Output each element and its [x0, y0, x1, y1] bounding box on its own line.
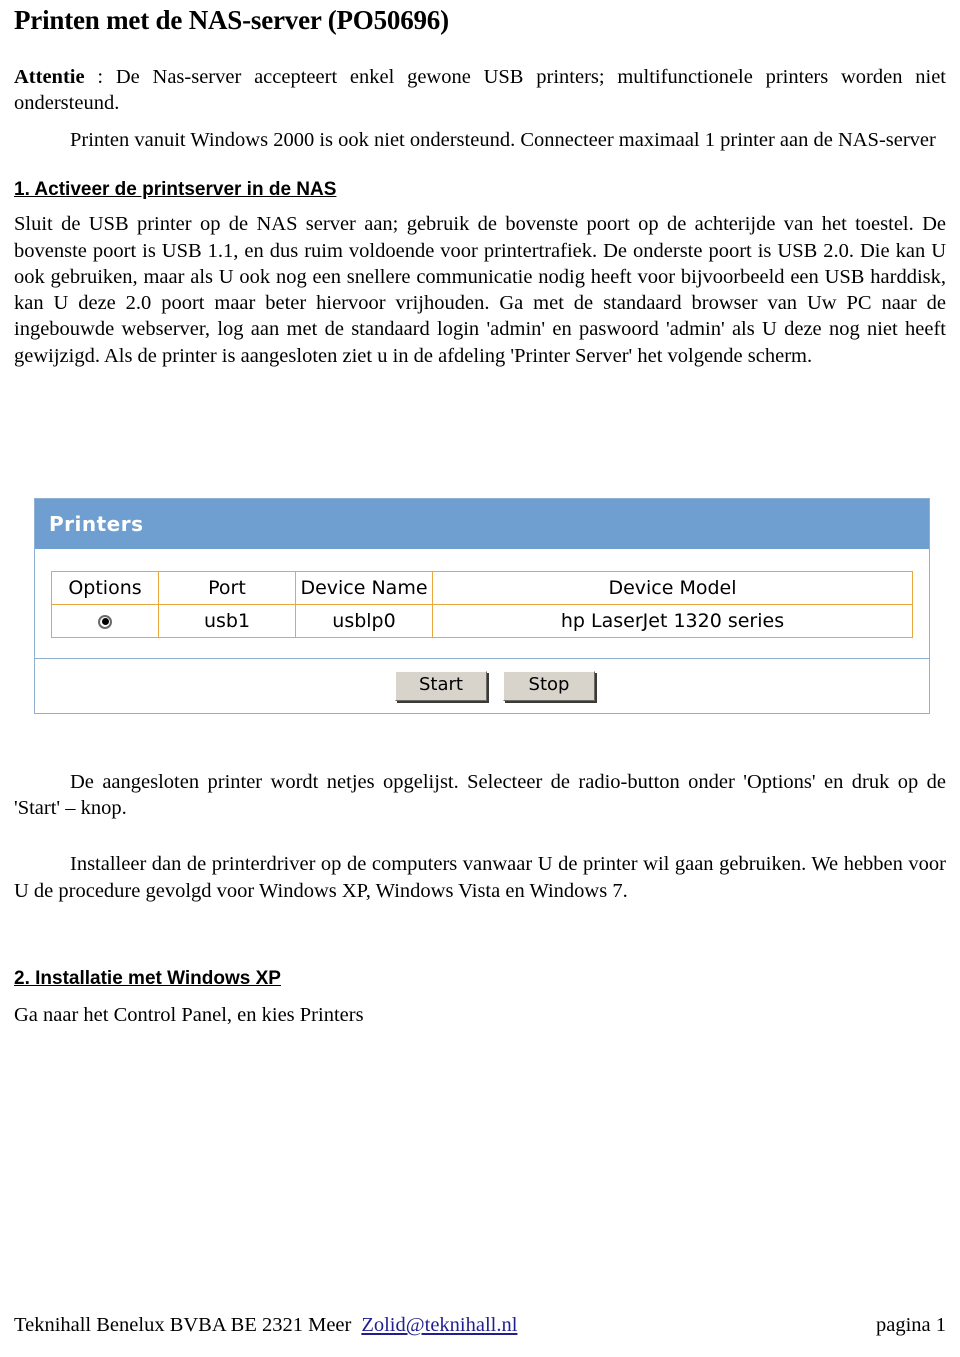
section1-heading-row: 1. Activeer de printserver in de NAS — [14, 179, 946, 201]
cell-port: usb1 — [158, 604, 296, 638]
column-header-options: Options — [51, 571, 159, 605]
radio-button-selected-icon[interactable] — [98, 614, 112, 629]
page-title: Printen met de NAS-server (PO50696) — [14, 5, 449, 35]
printers-table: Options Port Device Name Device Model us… — [51, 571, 913, 638]
column-header-port: Port — [158, 571, 296, 605]
document-footer: Teknihall Benelux BVBA BE 2321 Meer Zolid… — [14, 1314, 946, 1337]
document-page: Printen met de NAS-server (PO50696) Atte… — [0, 5, 960, 1357]
section2-block: 2. Installatie met Windows XP Ga naar he… — [14, 968, 946, 1028]
footer-company-block: Teknihall Benelux BVBA BE 2321 Meer Zolid… — [14, 1314, 517, 1337]
post-screenshot-paragraph-2: Installeer dan de printerdriver op de co… — [14, 853, 946, 902]
footer-page-number: pagina 1 — [875, 1314, 946, 1336]
printers-panel-actions: Start Stop — [35, 659, 929, 713]
printers-panel-body: Options Port Device Name Device Model us… — [35, 549, 929, 659]
section2-body: Ga naar het Control Panel, en kies Print… — [14, 1004, 364, 1026]
stop-button[interactable]: Stop — [503, 671, 595, 701]
printers-panel-titlebar: Printers — [35, 499, 929, 549]
attention-text: : De Nas-server accepteert enkel gewone … — [14, 65, 946, 114]
cell-device-name: usblp0 — [295, 604, 433, 638]
intro-paragraph: Printen vanuit Windows 2000 is ook niet … — [70, 129, 936, 152]
column-header-device-model: Device Model — [432, 571, 913, 605]
start-button[interactable]: Start — [395, 671, 487, 701]
footer-company: Teknihall Benelux BVBA BE 2321 Meer — [14, 1314, 352, 1336]
attention-label: Attentie — [14, 65, 85, 88]
table-row: usb1 usblp0 hp LaserJet 1320 series — [51, 604, 913, 638]
section2-heading-row: 2. Installatie met Windows XP — [14, 968, 946, 990]
footer-email-link[interactable]: Zolid@teknihall.nl — [361, 1314, 517, 1336]
cell-device-model: hp LaserJet 1320 series — [432, 604, 913, 638]
printers-panel-screenshot: Printers Options Port Device Name Device… — [34, 498, 930, 714]
table-header-row: Options Port Device Name Device Model — [51, 571, 913, 605]
post-screenshot-text-block: De aangesloten printer wordt netjes opge… — [14, 758, 946, 904]
section-heading-activeer-printserver: 1. Activeer de printserver in de NAS — [14, 179, 337, 201]
post-screenshot-paragraph-1: De aangesloten printer wordt netjes opge… — [14, 771, 946, 820]
attention-paragraph: Attentie : De Nas-server accepteert enke… — [14, 64, 946, 116]
column-header-device-name: Device Name — [295, 571, 433, 605]
printers-panel-title: Printers — [49, 512, 144, 536]
section-heading-installatie-windows-xp: 2. Installatie met Windows XP — [14, 968, 281, 989]
section1-body: Sluit de USB printer op de NAS server aa… — [14, 213, 946, 367]
cell-options — [51, 604, 159, 638]
